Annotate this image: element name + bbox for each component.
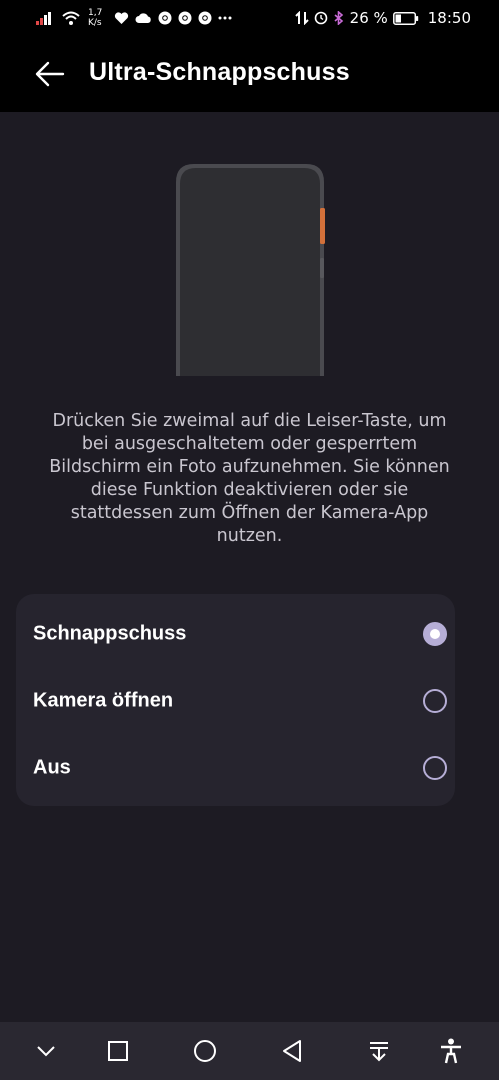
- nav-home-button[interactable]: [180, 1022, 230, 1080]
- option-aus[interactable]: Aus: [16, 738, 455, 798]
- clock: 18:50: [427, 9, 471, 27]
- option-kamera-oeffnen[interactable]: Kamera öffnen: [16, 671, 455, 731]
- nav-accessibility-button[interactable]: [426, 1022, 476, 1080]
- chevron-down-icon: [37, 1046, 55, 1057]
- status-right: 26 % 18:50: [294, 0, 471, 36]
- status-bar: 1,7 K/s 26 % 18:50: [0, 0, 499, 36]
- alarm-icon: [314, 11, 328, 25]
- option-label: Kamera öffnen: [33, 689, 174, 712]
- data-transfer-icon: [294, 11, 309, 25]
- battery-icon: [392, 11, 419, 25]
- options-card: Schnappschuss Kamera öffnen Aus: [16, 594, 455, 806]
- cloud-icon: [135, 12, 152, 24]
- nav-recents-button[interactable]: [93, 1022, 143, 1080]
- option-label: Schnappschuss: [33, 622, 187, 645]
- page-title: Ultra-Schnappschuss: [89, 58, 350, 86]
- signal-icon: [36, 11, 56, 25]
- phone-illustration: [170, 160, 332, 376]
- chrome-icon-2: [178, 11, 192, 25]
- square-icon: [108, 1041, 128, 1061]
- option-schnappschuss[interactable]: Schnappschuss: [16, 604, 455, 664]
- triangle-back-icon: [283, 1040, 301, 1062]
- accessibility-icon: [441, 1038, 461, 1064]
- nav-back-button[interactable]: [267, 1022, 317, 1080]
- back-arrow-icon: [35, 61, 65, 87]
- bluetooth-icon: [333, 11, 345, 25]
- wifi-icon: [62, 11, 80, 25]
- navigation-bar: [0, 1022, 499, 1080]
- net-speed: 1,7 K/s: [88, 8, 102, 28]
- status-left: 1,7 K/s: [36, 0, 232, 36]
- chrome-icon: [158, 11, 172, 25]
- app-bar: Ultra-Schnappschuss: [0, 36, 499, 112]
- net-speed-unit: K/s: [88, 18, 102, 28]
- nav-collapse-button[interactable]: [21, 1022, 71, 1080]
- nav-notifications-button[interactable]: [354, 1022, 404, 1080]
- chrome-icon-3: [198, 11, 212, 25]
- more-notifications-icon: [218, 16, 232, 20]
- heart-icon: [114, 11, 129, 25]
- net-speed-value: 1,7: [88, 8, 103, 18]
- pull-down-icon: [370, 1042, 388, 1062]
- radio-button[interactable]: [423, 689, 447, 713]
- radio-button-selected[interactable]: [423, 622, 447, 646]
- back-button[interactable]: [30, 56, 70, 92]
- power-button: [320, 258, 324, 278]
- radio-button[interactable]: [423, 756, 447, 780]
- feature-description: Drücken Sie zweimal auf die Leiser-Taste…: [49, 411, 450, 546]
- battery-percent: 26 %: [349, 9, 388, 27]
- circle-icon: [194, 1040, 216, 1062]
- volume-button-highlight: [320, 208, 325, 244]
- option-label: Aus: [33, 756, 71, 779]
